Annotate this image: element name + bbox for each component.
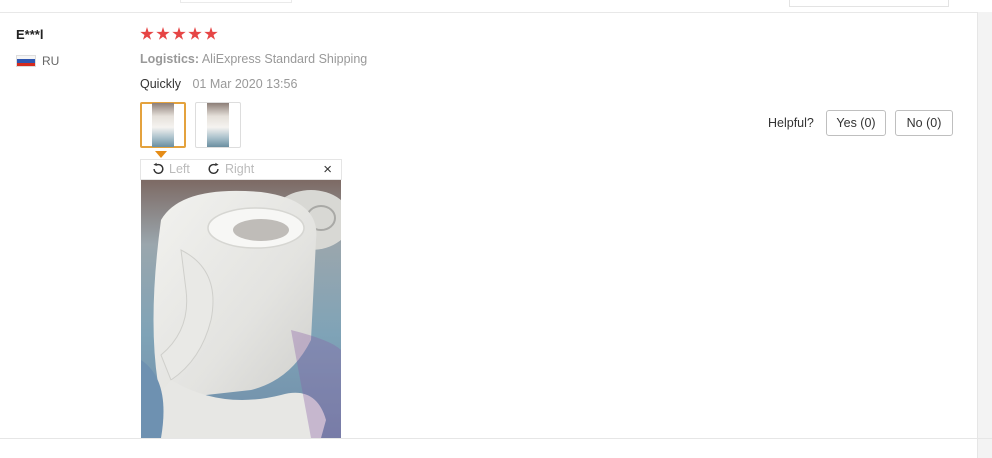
helpful-no-button[interactable]: No (0) [895, 110, 953, 136]
star-icon [188, 27, 202, 40]
review-photo-thumbnail-1[interactable] [140, 102, 186, 148]
star-icon [156, 27, 170, 40]
star-icon [140, 27, 154, 40]
logistics-info: Logistics: AliExpress Standard Shipping [140, 52, 367, 66]
top-cut-select [789, 0, 949, 7]
active-thumbnail-pointer [155, 151, 167, 158]
logistics-label: Logistics: [140, 52, 200, 66]
review-attribute: Quickly [140, 77, 181, 91]
rotate-left-button[interactable]: Left [151, 162, 190, 176]
top-cut-element [180, 0, 292, 3]
thumbnail-image [152, 103, 174, 147]
toilet-paper-photo [141, 180, 341, 438]
thumbnail-image [207, 103, 229, 147]
reviewer-country: RU [16, 54, 59, 68]
review-attribute-line: Quickly 01 Mar 2020 13:56 [140, 77, 297, 91]
rotate-left-label: Left [169, 162, 190, 176]
review-photo-large [141, 180, 341, 438]
star-rating [140, 27, 218, 41]
helpful-yes-button[interactable]: Yes (0) [826, 110, 886, 136]
helpful-label: Helpful? [768, 116, 814, 130]
russia-flag-icon [16, 55, 36, 67]
review-photo-thumbnail-2[interactable] [195, 102, 241, 148]
top-section-edge [0, 0, 992, 13]
rotate-right-button[interactable]: Right [207, 162, 254, 176]
scrollbar[interactable] [977, 12, 992, 458]
review-date: 01 Mar 2020 13:56 [192, 77, 298, 91]
close-icon[interactable]: × [323, 161, 332, 178]
star-icon [172, 27, 186, 40]
star-icon [204, 27, 218, 40]
rotate-right-icon [208, 162, 219, 174]
logistics-value: AliExpress Standard Shipping [201, 52, 368, 66]
photo-viewer-toolbar: Left Right × [140, 159, 342, 180]
rotate-right-label: Right [225, 162, 255, 176]
review-divider [0, 438, 992, 439]
reviewer-name: E***l [16, 27, 44, 42]
country-code: RU [42, 54, 60, 68]
rotate-left-icon [153, 162, 164, 174]
